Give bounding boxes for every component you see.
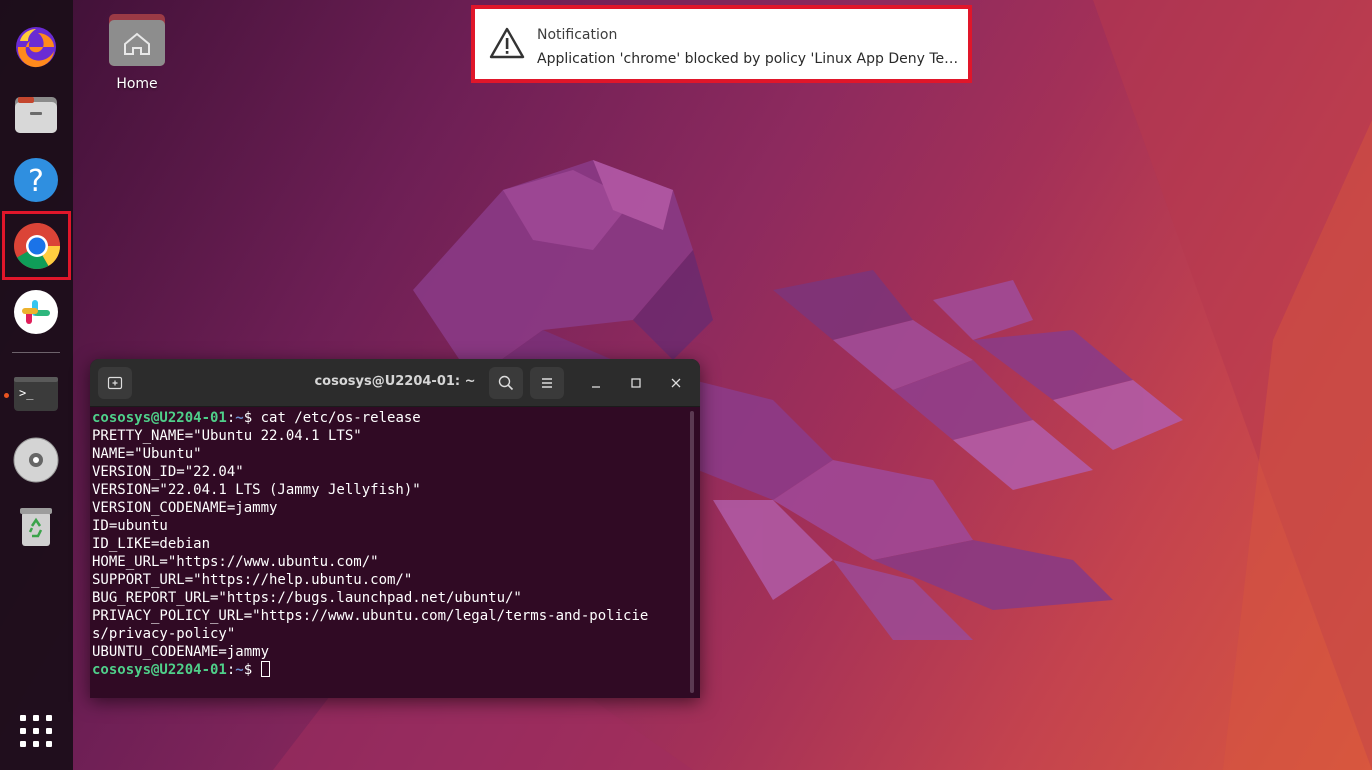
files-icon: [15, 97, 57, 133]
terminal-command-line: cososys@U2204-01:~$ cat /etc/os-release: [92, 409, 686, 427]
warning-icon: [489, 27, 525, 59]
dock-item-show-applications[interactable]: [5, 700, 67, 762]
app-grid-icon: [20, 715, 52, 747]
terminal-output-line: HOME_URL="https://www.ubuntu.com/": [92, 554, 379, 570]
prompt-path: ~: [235, 410, 244, 426]
prompt-path: ~: [235, 662, 244, 678]
dock-item-slack[interactable]: [5, 281, 67, 343]
prompt-dollar: $: [243, 410, 261, 426]
terminal-output-line: VERSION_CODENAME=jammy: [92, 500, 278, 516]
text-cursor: [260, 661, 270, 677]
terminal-output-line: NAME="Ubuntu": [92, 446, 202, 462]
dock-separator: [12, 352, 60, 353]
menu-button[interactable]: [530, 367, 564, 399]
terminal-icon: >_: [14, 377, 58, 411]
terminal-output-line: VERSION_ID="22.04": [92, 464, 244, 480]
terminal-glyph: >_: [19, 386, 34, 400]
minimize-button[interactable]: [587, 374, 605, 392]
terminal-output-line: UBUNTU_CODENAME=jammy: [92, 644, 270, 660]
terminal-output-line: ID_LIKE=debian: [92, 536, 211, 552]
slack-icon: [14, 290, 58, 334]
terminal-window[interactable]: cososys@U2204-01: ~ cososys@U2204-01:~$ …: [90, 359, 700, 698]
terminal-output-line: ID=ubuntu: [92, 518, 168, 534]
hamburger-menu-icon: [542, 378, 552, 388]
terminal-output-line: VERSION="22.04.1 LTS (Jammy Jellyfish)": [92, 482, 421, 498]
dock-item-files[interactable]: [5, 83, 67, 145]
terminal-output-line: SUPPORT_URL="https://help.ubuntu.com/": [92, 572, 413, 588]
help-glyph: ?: [28, 164, 44, 199]
maximize-icon: [631, 378, 641, 388]
prompt-user: cososys@U2204-01: [92, 410, 227, 426]
dock-item-disc[interactable]: [5, 429, 67, 491]
terminal-output[interactable]: cososys@U2204-01:~$ cat /etc/os-release …: [92, 409, 686, 689]
notification-title: Notification: [537, 27, 618, 43]
maximize-button[interactable]: [627, 374, 645, 392]
help-icon: ?: [14, 158, 58, 202]
disc-icon: [13, 437, 59, 483]
dock: ? >_: [0, 0, 73, 770]
terminal-prompt-line[interactable]: cososys@U2204-01:~$: [92, 661, 686, 679]
terminal-output-line: BUG_REPORT_URL="https://bugs.launchpad.n…: [92, 590, 522, 606]
desktop-home-folder[interactable]: Home: [100, 10, 174, 92]
search-icon: [498, 375, 514, 391]
chrome-icon: [14, 223, 60, 269]
dock-item-trash[interactable]: [5, 495, 67, 557]
search-button[interactable]: [489, 367, 523, 399]
close-icon: [671, 378, 681, 388]
terminal-titlebar[interactable]: cososys@U2204-01: ~: [90, 359, 700, 407]
trash-icon: [20, 508, 52, 546]
notification-banner[interactable]: Notification Application 'chrome' blocke…: [471, 5, 972, 83]
home-folder-label: Home: [116, 76, 158, 92]
new-tab-icon: [107, 376, 123, 390]
prompt-user: cososys@U2204-01: [92, 662, 227, 678]
terminal-output-line: s/privacy-policy": [92, 626, 236, 642]
home-folder-icon: [109, 14, 165, 66]
prompt-dollar: $: [243, 662, 261, 678]
firefox-icon: [16, 27, 56, 68]
dock-item-help[interactable]: ?: [5, 149, 67, 211]
terminal-output-line: PRETTY_NAME="Ubuntu 22.04.1 LTS": [92, 428, 362, 444]
notification-body: Application 'chrome' blocked by policy '…: [537, 51, 962, 67]
terminal-command: cat /etc/os-release: [260, 410, 421, 426]
close-button[interactable]: [667, 374, 685, 392]
dock-item-terminal[interactable]: >_: [5, 363, 67, 425]
terminal-scrollbar[interactable]: [690, 411, 694, 693]
dock-item-chrome[interactable]: [2, 211, 71, 280]
minimize-icon: [592, 386, 600, 388]
dock-item-firefox[interactable]: [5, 16, 67, 78]
terminal-title: cososys@U2204-01: ~: [314, 374, 476, 389]
terminal-output-line: PRIVACY_POLICY_URL="https://www.ubuntu.c…: [92, 608, 649, 624]
new-tab-button[interactable]: [98, 367, 132, 399]
